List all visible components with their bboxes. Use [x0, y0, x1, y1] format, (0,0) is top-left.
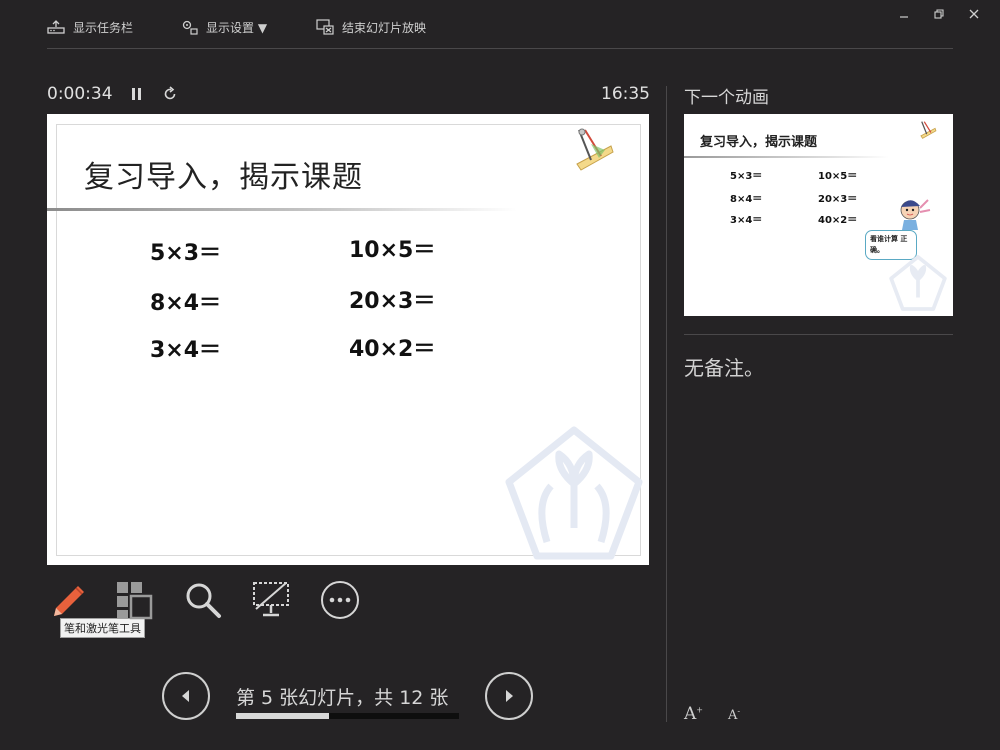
equation-3: 8×4＝	[150, 291, 222, 316]
compass-ruler-icon	[576, 128, 614, 171]
minimize-button[interactable]	[894, 6, 914, 22]
more-options-button[interactable]	[318, 578, 362, 622]
notes-divider	[684, 334, 953, 335]
next-equation-6: 40×2＝	[818, 215, 858, 226]
display-settings-label: 显示设置 ▼	[206, 20, 268, 35]
next-equation-2: 10×5＝	[818, 171, 858, 182]
more-icon	[321, 581, 359, 619]
previous-slide-button[interactable]	[162, 672, 210, 720]
watermark-logo	[889, 255, 947, 311]
pause-icon	[132, 88, 141, 100]
slide-title: 复习导入，揭示课题	[84, 160, 363, 195]
watermark-logo	[505, 426, 643, 560]
previous-arrow-icon	[182, 690, 189, 702]
end-show-label: 结束幻灯片放映	[342, 20, 427, 35]
equation-2: 10×5＝	[349, 238, 436, 263]
equation-1: 5×3＝	[150, 241, 222, 266]
end-show-button[interactable]: 结束幻灯片放映	[316, 16, 426, 38]
close-button[interactable]	[964, 6, 984, 22]
pen-laser-tool-button[interactable]	[46, 578, 90, 622]
pause-timer-button[interactable]	[128, 85, 146, 103]
show-taskbar-button[interactable]: 显示任务栏	[47, 16, 133, 38]
next-slide-title: 复习导入，揭示课题	[700, 135, 818, 150]
next-slide-button[interactable]	[485, 672, 533, 720]
display-settings-button[interactable]: 显示设置 ▼	[180, 16, 267, 38]
pen-icon	[54, 586, 84, 616]
equation-5: 3×4＝	[150, 338, 222, 363]
restore-button[interactable]	[929, 6, 949, 22]
black-screen-button[interactable]	[249, 578, 293, 622]
clock: 16:35	[601, 84, 650, 104]
increase-font-button[interactable]: A+	[684, 704, 703, 724]
show-taskbar-label: 显示任务栏	[73, 20, 134, 35]
decrease-font-button[interactable]: A-	[728, 707, 740, 723]
compass-ruler-icon	[920, 121, 937, 139]
slide-progress-bar	[236, 713, 459, 719]
cartoon-character-icon	[900, 199, 931, 230]
top-divider	[47, 48, 953, 49]
next-arrow-icon	[506, 690, 513, 702]
slide-counter[interactable]: 第 5 张幻灯片，共 12 张	[236, 683, 448, 710]
taskbar-icon	[47, 20, 65, 34]
slides-grid-icon	[117, 582, 153, 620]
restore-icon	[934, 9, 944, 19]
next-equation-3: 8×4＝	[730, 194, 763, 205]
screen-off-icon	[253, 582, 289, 617]
current-slide[interactable]: 复习导入，揭示课题 5×3＝ 10×5＝ 8×4＝ 20×3＝ 3×4＝ 40×…	[47, 114, 649, 565]
display-settings-icon	[182, 20, 198, 35]
next-equation-4: 20×3＝	[818, 194, 858, 205]
next-equation-5: 3×4＝	[730, 215, 763, 226]
next-slide-thumbnail[interactable]: 复习导入，揭示课题 5×3＝ 10×5＝ 8×4＝ 20×3＝ 3×4＝ 40×…	[684, 114, 953, 316]
restart-timer-button[interactable]	[161, 85, 179, 103]
pane-divider	[666, 86, 667, 722]
restart-icon	[164, 86, 176, 100]
speaker-notes: 无备注。	[684, 356, 764, 380]
equation-4: 20×3＝	[349, 289, 436, 314]
slide-progress-fill	[236, 713, 329, 719]
minimize-icon	[900, 16, 908, 18]
increase-font-icon: A+	[684, 704, 703, 724]
decrease-font-icon: A-	[728, 707, 741, 724]
zoom-slide-button[interactable]	[181, 578, 225, 622]
equation-6: 40×2＝	[349, 337, 436, 362]
elapsed-timer: 0:00:34	[47, 84, 113, 104]
magnifier-icon	[186, 583, 221, 618]
see-all-slides-button[interactable]	[111, 578, 155, 622]
next-animation-label: 下一个动画	[684, 88, 769, 108]
next-equation-1: 5×3＝	[730, 171, 763, 182]
end-show-icon	[316, 19, 334, 35]
close-icon	[969, 9, 979, 19]
next-title-rule	[684, 156, 889, 158]
title-rule	[47, 208, 517, 211]
